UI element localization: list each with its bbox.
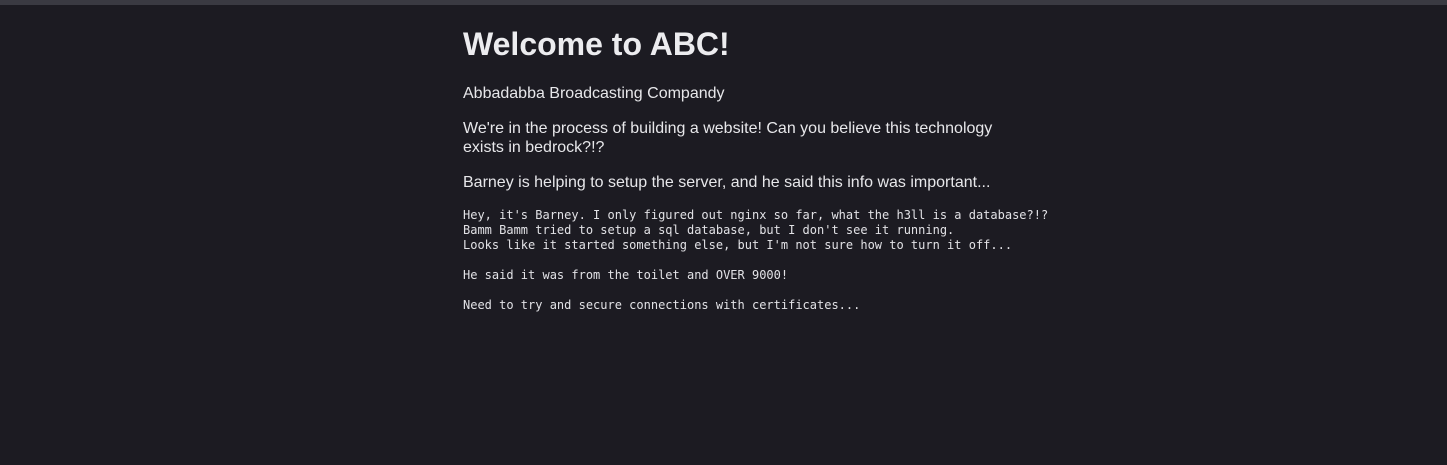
intro-paragraph: We're in the process of building a websi…: [463, 120, 993, 156]
barney-note: Hey, it's Barney. I only figured out ngi…: [463, 208, 1049, 312]
note-intro-paragraph: Barney is helping to setup the server, a…: [463, 174, 991, 191]
browser-top-strip: [0, 0, 1447, 5]
page-title: Welcome to ABC!: [463, 26, 730, 62]
company-tagline: Abbadabba Broadcasting Compandy: [463, 85, 725, 102]
